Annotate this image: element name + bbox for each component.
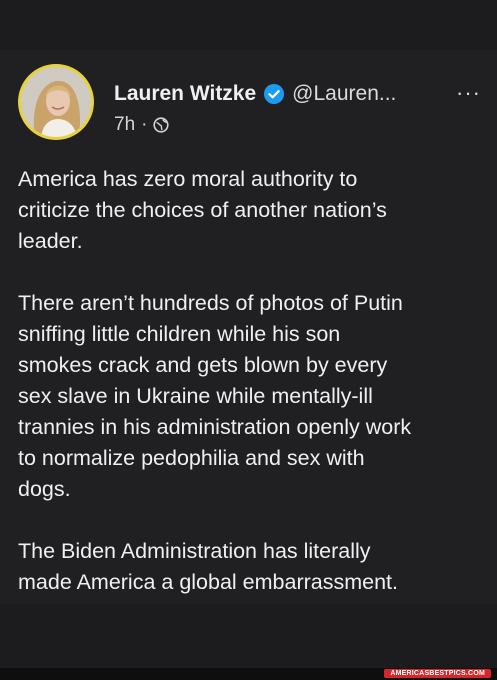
- verified-badge-icon: [264, 84, 285, 104]
- meta-separator: ·: [141, 114, 148, 135]
- globe-icon: [153, 117, 170, 133]
- post-card: Lauren Witzke @Lauren... ··· 7h · Americ…: [0, 0, 497, 680]
- author-handle[interactable]: @Lauren...: [292, 82, 396, 106]
- author-name[interactable]: Lauren Witzke: [114, 82, 256, 106]
- site-watermark: AMERICASBESTPICS.COM: [384, 669, 491, 678]
- more-options-icon[interactable]: ···: [456, 80, 481, 106]
- post-header: Lauren Witzke @Lauren... ··· 7h ·: [18, 64, 488, 144]
- post-meta: 7h ·: [114, 114, 170, 136]
- top-band: [0, 0, 497, 50]
- author-row: Lauren Witzke @Lauren...: [114, 82, 396, 106]
- bottom-band: [0, 604, 497, 668]
- post-paragraph-1: America has zero moral authority to crit…: [18, 167, 387, 253]
- post-paragraph-3: The Biden Administration has literally m…: [18, 539, 399, 594]
- avatar-photo: [21, 67, 91, 137]
- avatar[interactable]: [18, 64, 94, 140]
- post-body: America has zero moral authority to crit…: [18, 164, 488, 629]
- post-paragraph-2: There aren’t hundreds of photos of Putin…: [18, 291, 412, 501]
- post-time[interactable]: 7h: [114, 114, 135, 136]
